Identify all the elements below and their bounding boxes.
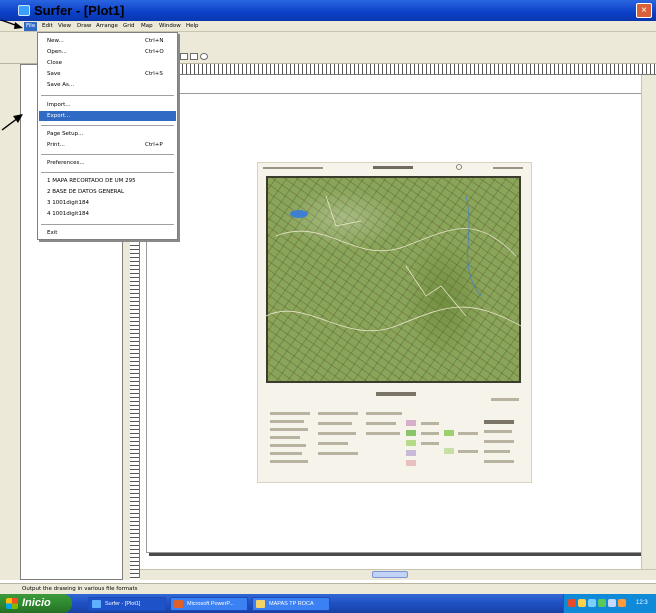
menu-item-print[interactable]: Print... Ctrl+P <box>39 140 176 150</box>
annotation-arrow-file-icon <box>0 19 23 29</box>
menu-item-exit-label: Exit <box>47 230 58 236</box>
menu-item-close-label: Close <box>47 60 62 66</box>
taskbar-button-label: Surfer - [Plot1] <box>105 601 141 607</box>
menu-item-preferences[interactable]: Preferences... <box>39 158 176 168</box>
menu-separator <box>41 224 174 225</box>
rounded-rectangle-tool-icon[interactable] <box>190 53 198 60</box>
menu-item-open[interactable]: Open... Ctrl+O <box>39 47 176 57</box>
menu-separator <box>41 172 174 173</box>
menu-item-print-shortcut: Ctrl+P <box>145 142 163 148</box>
taskbar-button-surfer[interactable]: Surfer - [Plot1] <box>88 597 166 611</box>
horizontal-scroll-thumb[interactable] <box>372 571 408 578</box>
taskbar-button-label: Microsoft PowerP... <box>187 601 234 607</box>
surfer-app-icon[interactable] <box>18 5 30 16</box>
menu-separator <box>41 95 174 96</box>
menu-item-preferences-label: Preferences... <box>47 160 85 166</box>
tray-network-icon[interactable] <box>578 599 586 607</box>
tray-update-icon[interactable] <box>598 599 606 607</box>
menu-draw[interactable]: Draw <box>75 22 93 31</box>
taskbar-button-powerpoint[interactable]: Microsoft PowerP... <box>170 597 248 611</box>
menu-item-open-shortcut: Ctrl+O <box>145 49 164 55</box>
folder-icon <box>256 600 265 608</box>
powerpoint-icon <box>174 600 183 608</box>
map-contours-overlay <box>266 195 521 332</box>
tray-volume-icon[interactable] <box>588 599 596 607</box>
recent-file-2[interactable]: 2 BASE DE DATOS GENERAL <box>39 187 176 197</box>
left-frame <box>0 64 20 580</box>
menu-grid[interactable]: Grid <box>121 22 137 31</box>
menu-item-export-label: Export... <box>47 113 71 119</box>
taskbar-button-folder[interactable]: MAPAS TP ROCA <box>252 597 330 611</box>
menu-item-import[interactable]: Import... <box>39 100 176 110</box>
tray-security-icon[interactable] <box>618 599 626 607</box>
menu-item-save-as[interactable]: Save As... <box>39 80 176 90</box>
menu-item-save-as-label: Save As... <box>47 82 75 88</box>
horizontal-ruler <box>130 64 656 75</box>
menu-item-page-setup[interactable]: Page Setup... <box>39 129 176 139</box>
menu-item-page-setup-label: Page Setup... <box>47 131 84 137</box>
menu-item-save-label: Save <box>47 71 61 77</box>
tray-messenger-icon[interactable] <box>608 599 616 607</box>
annotation-arrow-export-icon <box>1 114 23 131</box>
ellipse-tool-icon[interactable] <box>200 53 208 60</box>
close-window-button[interactable]: × <box>636 3 652 18</box>
menu-view[interactable]: View <box>56 22 73 31</box>
menu-edit[interactable]: Edit <box>40 22 55 31</box>
window-title: Surfer - [Plot1] <box>34 3 125 18</box>
file-menu-dropdown: New... Ctrl+N Open... Ctrl+O Close Save … <box>37 32 178 240</box>
tray-antivirus-icon[interactable] <box>568 599 576 607</box>
rectangle-tool-icon[interactable] <box>180 53 188 60</box>
menu-map[interactable]: Map <box>139 22 155 31</box>
surfer-app-icon <box>92 600 101 608</box>
menu-arrange[interactable]: Arrange <box>94 22 120 31</box>
recent-file-4[interactable]: 4 1001digit184 <box>39 209 176 219</box>
map-header-text <box>263 164 523 170</box>
menu-item-save[interactable]: Save Ctrl+S <box>39 69 176 79</box>
menu-item-close[interactable]: Close <box>39 58 176 68</box>
menu-item-export[interactable]: Export... <box>39 111 176 121</box>
menu-item-new-label: New... <box>47 38 64 44</box>
menu-window[interactable]: Window <box>157 22 183 31</box>
menu-item-new[interactable]: New... Ctrl+N <box>39 36 176 46</box>
recent-file-3[interactable]: 3 1001digit184 <box>39 198 176 208</box>
menu-item-new-shortcut: Ctrl+N <box>145 38 164 44</box>
menu-item-import-label: Import... <box>47 102 71 108</box>
menu-item-exit[interactable]: Exit <box>39 228 176 238</box>
menu-item-open-label: Open... <box>47 49 67 55</box>
taskbar-button-label: MAPAS TP ROCA <box>269 601 314 607</box>
menu-help[interactable]: Help <box>184 22 201 31</box>
taskbar-clock[interactable]: 12:3 <box>636 594 648 613</box>
menu-item-print-label: Print... <box>47 142 65 148</box>
menu-separator <box>41 154 174 155</box>
recent-file-1[interactable]: 1 MAPA RECORTADO DE UM 295 <box>39 176 176 186</box>
status-bar-text: Output the drawing in various file forma… <box>0 583 656 594</box>
map-legend <box>266 390 521 476</box>
vertical-scrollbar[interactable] <box>641 75 656 569</box>
windows-logo-icon <box>6 598 18 609</box>
menu-bar: File Edit View Draw Arrange Grid Map Win… <box>0 21 656 32</box>
menu-separator <box>41 125 174 126</box>
menu-item-save-shortcut: Ctrl+S <box>145 71 163 77</box>
